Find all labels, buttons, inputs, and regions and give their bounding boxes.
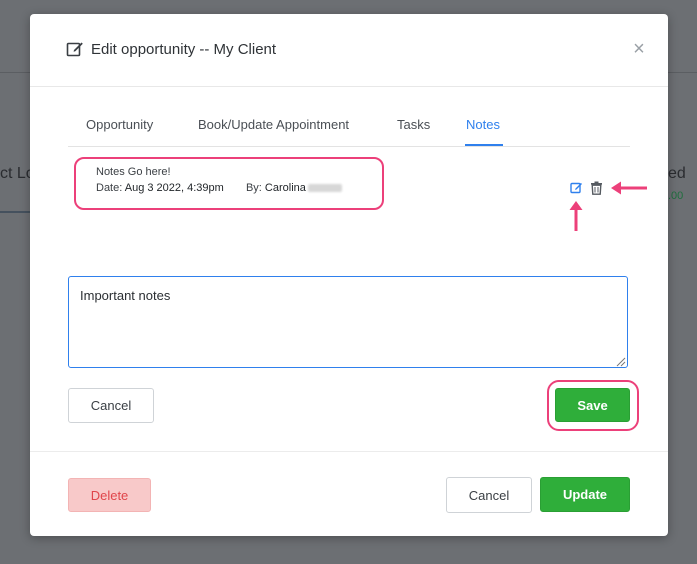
background-column-label: ct Lo: [0, 165, 30, 182]
active-tab-indicator: [465, 144, 503, 146]
tab-opportunity[interactable]: Opportunity: [86, 117, 153, 132]
cancel-button[interactable]: Cancel: [446, 477, 532, 513]
annotation-arrow-up-icon: [569, 201, 583, 231]
trash-icon[interactable]: [590, 181, 603, 195]
tab-bar: Opportunity Book/Update Appointment Task…: [68, 114, 630, 147]
note-cancel-button[interactable]: Cancel: [68, 388, 154, 423]
note-edit-icon[interactable]: [570, 181, 583, 194]
background-column-underline: [0, 211, 30, 213]
resize-handle-icon[interactable]: [616, 357, 626, 367]
update-button[interactable]: Update: [540, 477, 630, 512]
note-textarea[interactable]: [68, 276, 628, 368]
annotation-arrow-left-icon: [611, 181, 647, 195]
edit-icon: [66, 42, 83, 57]
annotation-highlight-save: [547, 380, 639, 431]
delete-button[interactable]: Delete: [68, 478, 151, 512]
tab-book-update-appointment[interactable]: Book/Update Appointment: [198, 117, 349, 132]
tab-tasks[interactable]: Tasks: [397, 117, 430, 132]
annotation-highlight-note: [74, 157, 384, 210]
modal-title: Edit opportunity -- My Client: [91, 41, 277, 58]
tab-notes[interactable]: Notes: [466, 117, 500, 132]
footer-divider: [30, 451, 668, 452]
background-column-label-right: ed: [668, 165, 686, 182]
background-column-value-right: .00: [668, 190, 684, 202]
close-button[interactable]: ×: [631, 39, 647, 59]
modal-header: Edit opportunity -- My Client ×: [30, 14, 668, 87]
edit-opportunity-modal: Edit opportunity -- My Client × Opportun…: [30, 14, 668, 536]
